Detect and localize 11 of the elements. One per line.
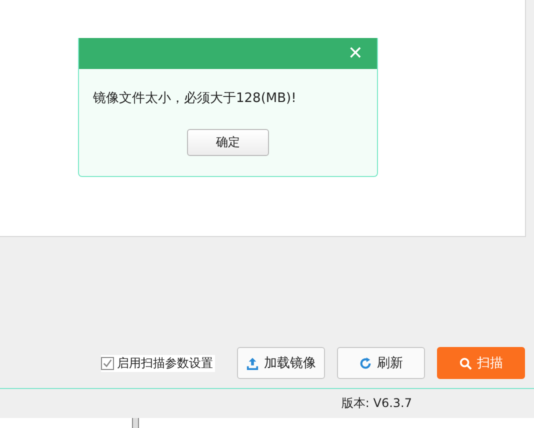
refresh-button[interactable]: 刷新 [337,347,425,379]
version-text: 版本: V6.3.7 [341,395,412,412]
ok-button[interactable]: 确定 [187,129,269,156]
scrollbar-fragment [132,418,139,428]
dialog-message: 镜像文件太小，必须大于128(MB)! [93,90,296,107]
upload-icon [246,356,259,370]
search-icon [459,356,472,370]
upload-button[interactable]: 加载镜像 [237,347,325,379]
scan-params-checkbox[interactable]: 启用扫描参数设置 [101,354,215,372]
checkmark-icon [102,358,113,368]
refresh-icon [359,356,372,370]
